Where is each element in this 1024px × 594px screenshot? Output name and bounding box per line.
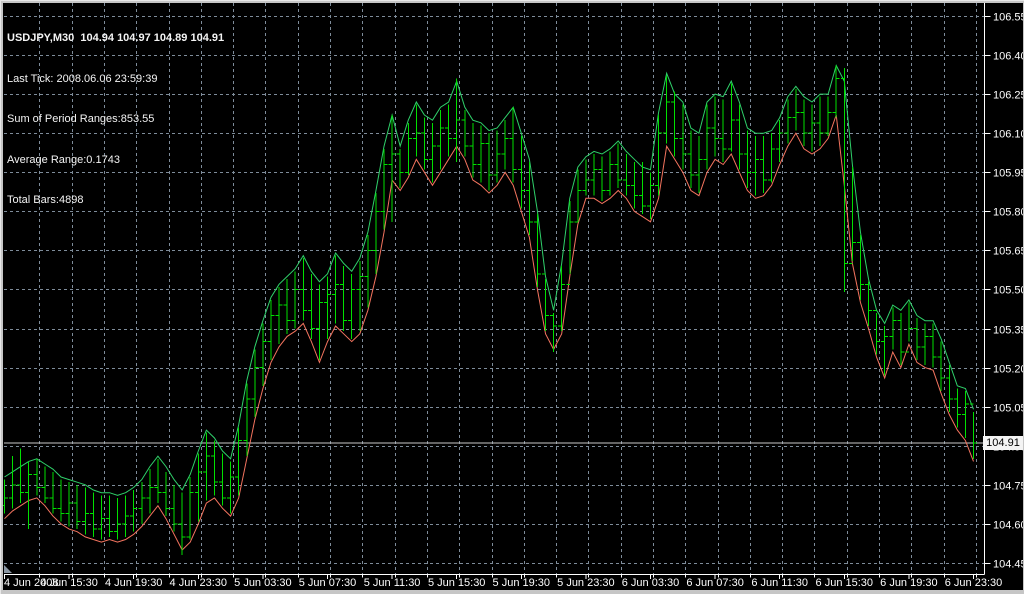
svg-text:105.65: 105.65 (993, 246, 1023, 258)
chart-canvas-area: 106.55 106.40 106.25 106.10 105.95 105.80 105.… (3, 3, 1023, 590)
chart-shift-marker (4, 565, 12, 573)
svg-text:4 Jun 19:30: 4 Jun 19:30 (105, 577, 163, 589)
svg-text:5 Jun 15:30: 5 Jun 15:30 (428, 577, 486, 589)
svg-text:6 Jun 03:30: 6 Jun 03:30 (622, 577, 680, 589)
last-price-tag: 104.91 (983, 436, 1023, 450)
svg-text:105.95: 105.95 (993, 168, 1023, 180)
svg-text:5 Jun 11:30: 5 Jun 11:30 (364, 577, 421, 589)
svg-text:106.55: 106.55 (993, 12, 1023, 24)
svg-text:4 Jun 15:30: 4 Jun 15:30 (40, 577, 98, 589)
avg-range-line: Average Range:0.1743 (7, 154, 224, 168)
sum-ranges-line: Sum of Period Ranges:853.55 (7, 113, 224, 127)
svg-text:105.50: 105.50 (993, 285, 1023, 297)
svg-text:6 Jun 07:30: 6 Jun 07:30 (686, 577, 744, 589)
chart-window: 106.55 106.40 106.25 106.10 105.95 105.80 105.… (0, 0, 1024, 594)
svg-text:6 Jun 23:30: 6 Jun 23:30 (945, 577, 1003, 589)
svg-text:5 Jun 07:30: 5 Jun 07:30 (299, 577, 357, 589)
svg-text:105.80: 105.80 (993, 207, 1023, 219)
svg-text:6 Jun 15:30: 6 Jun 15:30 (816, 577, 874, 589)
svg-text:4 Jun 23:30: 4 Jun 23:30 (170, 577, 228, 589)
svg-text:6 Jun 11:30: 6 Jun 11:30 (751, 577, 808, 589)
svg-text:104.45: 104.45 (993, 559, 1023, 571)
svg-text:104.60: 104.60 (993, 520, 1023, 532)
svg-text:104.75: 104.75 (993, 481, 1023, 493)
symbol-ohlc-line: USDJPY,M30 104.94 104.97 104.89 104.91 (7, 32, 224, 46)
svg-text:105.35: 105.35 (993, 325, 1023, 337)
svg-text:6 Jun 19:30: 6 Jun 19:30 (880, 577, 938, 589)
chart-info-overlay: USDJPY,M30 104.94 104.97 104.89 104.91 L… (7, 5, 224, 235)
svg-text:105.05: 105.05 (993, 403, 1023, 415)
svg-text:106.25: 106.25 (993, 90, 1023, 102)
last-tick-line: Last Tick: 2008.06.06 23:59:39 (7, 73, 224, 87)
svg-text:106.10: 106.10 (993, 129, 1023, 141)
svg-text:5 Jun 23:30: 5 Jun 23:30 (557, 577, 615, 589)
svg-text:5 Jun 19:30: 5 Jun 19:30 (493, 577, 551, 589)
svg-text:5 Jun 03:30: 5 Jun 03:30 (234, 577, 292, 589)
svg-text:106.40: 106.40 (993, 51, 1023, 63)
total-bars-line: Total Bars:4898 (7, 194, 224, 208)
svg-text:105.20: 105.20 (993, 364, 1023, 376)
